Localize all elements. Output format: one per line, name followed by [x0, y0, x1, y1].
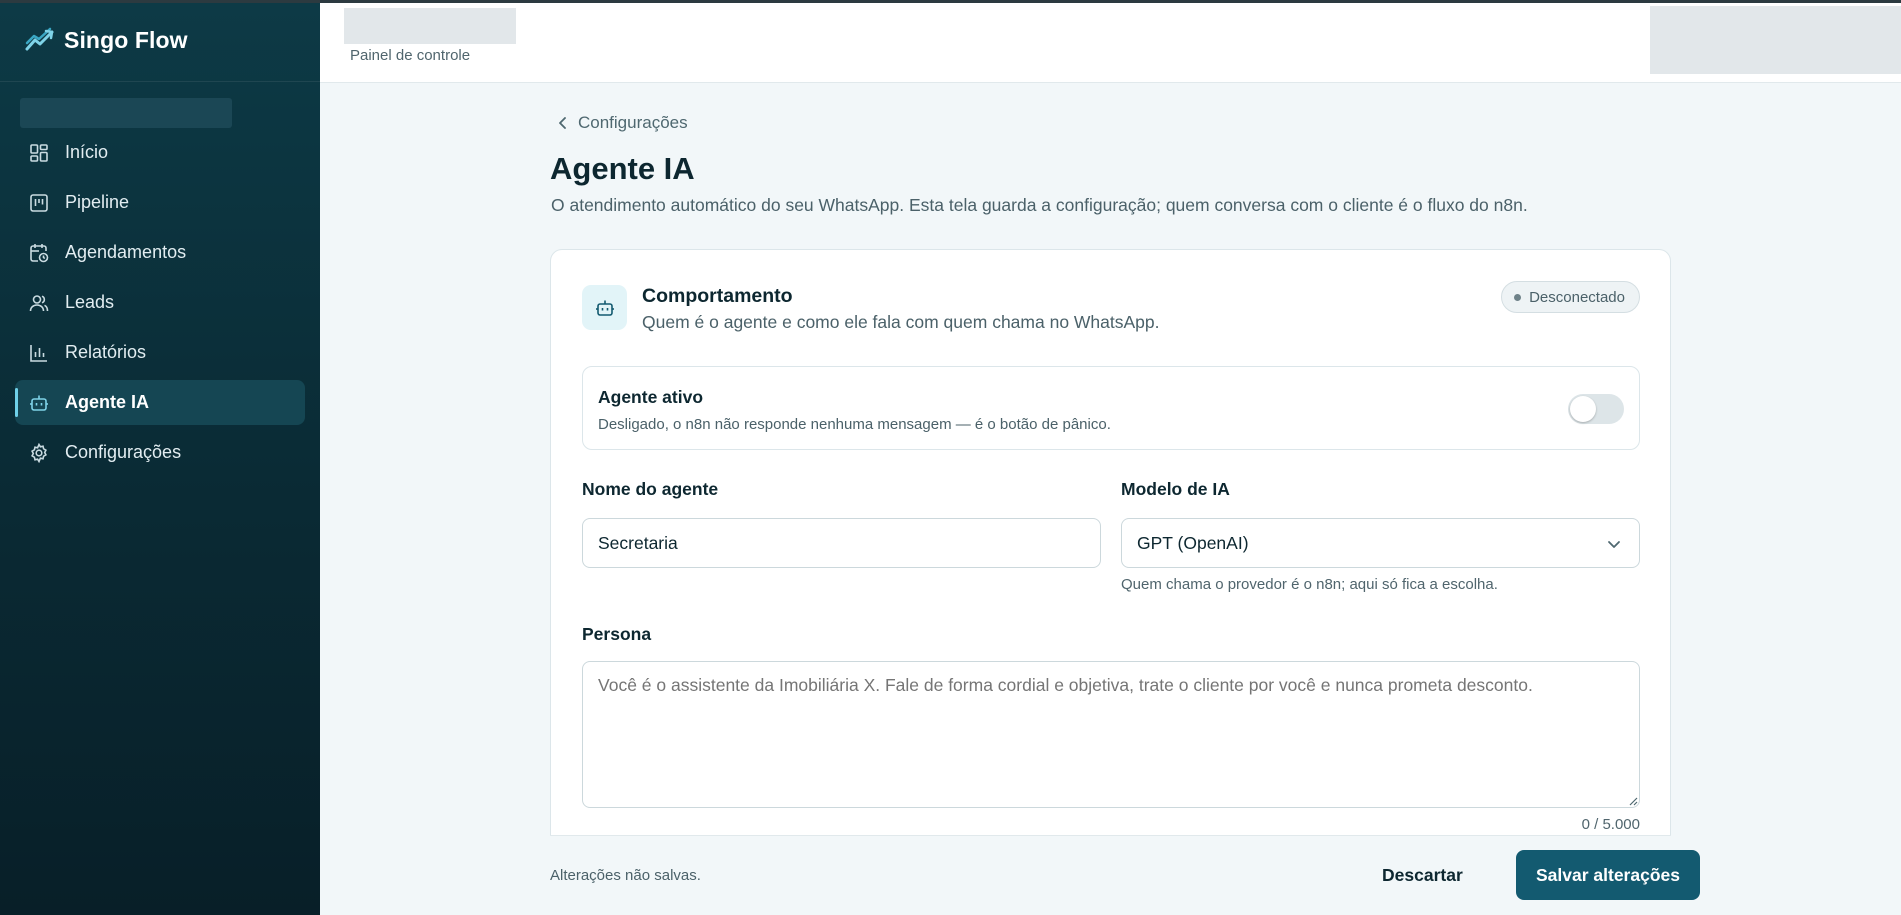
sidebar-item-label: Agente IA [65, 392, 150, 412]
sidebar-item-configuracoes[interactable]: Configurações [15, 430, 305, 475]
model-helper-text: Quem chama o provedor é o n8n; aqui só f… [1121, 576, 1498, 593]
users-icon [29, 293, 49, 313]
sidebar-item-inicio[interactable]: Início [15, 130, 305, 175]
model-label: Modelo de IA [1121, 479, 1230, 499]
calendar-clock-icon [29, 243, 49, 263]
main-content: Configurações Agente IA O atendimento au… [320, 83, 1901, 915]
agent-active-row: Agente ativo Desligado, o n8n não respon… [582, 366, 1640, 450]
unsaved-changes-text: Alterações não salvas. [550, 867, 701, 884]
status-badge-label: Desconectado [1529, 288, 1625, 306]
logo-icon [25, 27, 54, 50]
agent-active-description: Desligado, o n8n não responde nenhuma me… [598, 416, 1111, 433]
sidebar-item-label: Início [65, 142, 109, 162]
bar-chart-icon [29, 343, 49, 363]
back-link-label: Configurações [578, 113, 688, 132]
sidebar-item-label: Leads [65, 292, 115, 312]
page-description: O atendimento automático do seu WhatsApp… [551, 195, 1528, 215]
dashboard-icon [29, 143, 49, 163]
gear-icon [29, 442, 49, 463]
window-top-border [0, 0, 1901, 3]
sidebar-item-label: Pipeline [65, 192, 130, 212]
card-title: Comportamento [642, 285, 793, 307]
sidebar-nav: Início Pipeline Agendamentos Leads Relat… [15, 130, 305, 480]
sidebar-item-relatorios[interactable]: Relatórios [15, 330, 305, 375]
discard-button[interactable]: Descartar [1365, 850, 1480, 900]
chevron-left-icon [559, 117, 566, 129]
save-bar: Alterações não salvas. Descartar Salvar … [550, 835, 1700, 915]
sidebar-item-label: Relatórios [65, 342, 147, 362]
loading-placeholder [20, 98, 232, 128]
character-counter: 0 / 5.000 [1581, 816, 1640, 833]
header-title-placeholder [344, 8, 516, 44]
save-button[interactable]: Salvar alterações [1516, 850, 1700, 900]
model-select-value: GPT (OpenAI) [1137, 532, 1249, 553]
agent-name-input[interactable] [582, 518, 1101, 568]
sidebar-item-agendamentos[interactable]: Agendamentos [15, 230, 305, 275]
header-user-placeholder [1650, 6, 1901, 74]
sidebar-item-leads[interactable]: Leads [15, 280, 305, 325]
bot-icon [29, 393, 49, 413]
status-dot-icon [1514, 293, 1522, 301]
agent-name-label: Nome do agente [582, 479, 719, 499]
agent-active-toggle[interactable] [1568, 394, 1624, 424]
header-subtitle: Painel de controle [350, 47, 471, 64]
top-header: Painel de controle [320, 3, 1901, 83]
model-select[interactable]: GPT (OpenAI) [1121, 518, 1640, 568]
brand[interactable]: Singo Flow [0, 0, 320, 82]
persona-textarea[interactable] [582, 661, 1640, 808]
resize-handle-icon[interactable] [1629, 797, 1638, 806]
status-badge: Desconectado [1501, 281, 1640, 313]
page-title: Agente IA [550, 151, 695, 186]
kanban-icon [29, 193, 49, 213]
toggle-knob [1570, 396, 1596, 422]
sidebar-item-agente-ia[interactable]: Agente IA [15, 380, 305, 425]
behavior-card: Comportamento Quem é o agente e como ele… [550, 249, 1671, 915]
sidebar-item-pipeline[interactable]: Pipeline [15, 180, 305, 225]
sidebar-item-label: Agendamentos [65, 242, 187, 262]
back-link[interactable]: Configurações [556, 113, 688, 133]
card-subtitle: Quem é o agente e como ele fala com quem… [642, 312, 1160, 332]
app-name: Singo Flow [64, 27, 188, 53]
persona-label: Persona [582, 624, 652, 644]
sidebar-item-label: Configurações [65, 442, 182, 462]
agent-active-title: Agente ativo [598, 387, 704, 407]
sidebar: Singo Flow Início Pipeline Agendamentos [0, 0, 320, 915]
bot-icon [582, 285, 627, 330]
chevron-down-icon [1608, 541, 1620, 548]
